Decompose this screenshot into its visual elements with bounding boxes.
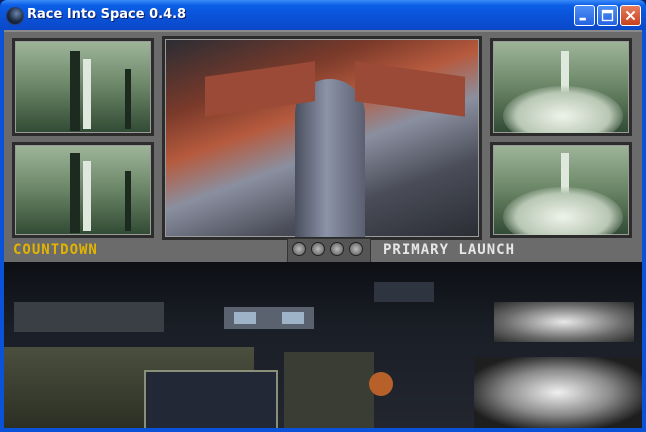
central-display (144, 370, 278, 428)
monitor-glow (282, 312, 304, 324)
timer-dial (330, 242, 344, 256)
mission-control-scene (4, 262, 642, 428)
window-title: Race Into Space 0.4.8 (27, 7, 187, 22)
monitor-left-top (12, 38, 154, 136)
rocket (83, 59, 91, 129)
console-left-upper (14, 302, 164, 332)
monitor-panel: COUNTDOWN PRIMARY LAUNCH (4, 30, 642, 264)
primary-launch-label: PRIMARY LAUNCH (383, 242, 516, 258)
close-icon (625, 10, 636, 21)
minimize-icon (579, 17, 586, 21)
console-desk-center (284, 352, 374, 428)
title-bar[interactable]: Race Into Space 0.4.8 (0, 0, 646, 30)
maximize-button[interactable] (597, 5, 618, 26)
timer-dial (349, 242, 363, 256)
rocket-fin-right (355, 61, 465, 117)
app-window: Race Into Space 0.4.8 COUNTDOWN PRIMARY … (0, 0, 646, 432)
launch-tower (70, 153, 80, 233)
emblem-icon (369, 372, 393, 396)
monitor-glow (234, 312, 256, 324)
lit-area (494, 302, 634, 342)
countdown-label: COUNTDOWN (13, 242, 98, 258)
app-icon[interactable] (6, 7, 24, 25)
rocket-body (295, 79, 365, 237)
launch-tower-secondary (125, 171, 131, 231)
mission-timer (287, 238, 371, 264)
launch-tower (70, 51, 80, 131)
monitor-right-top (490, 38, 632, 136)
launch-smoke (503, 86, 623, 133)
monitor-left-bottom (12, 142, 154, 238)
launch-tower-secondary (125, 69, 131, 129)
monitor-center (162, 36, 482, 240)
monitor-right-bottom (490, 142, 632, 238)
rocket (83, 161, 91, 231)
bright-window (474, 357, 642, 428)
close-button[interactable] (620, 5, 641, 26)
timer-dial (292, 242, 306, 256)
minimize-button[interactable] (574, 5, 595, 26)
maximize-icon (601, 9, 614, 22)
timer-dial (311, 242, 325, 256)
console-right-upper (374, 282, 434, 302)
launch-smoke (503, 187, 623, 235)
